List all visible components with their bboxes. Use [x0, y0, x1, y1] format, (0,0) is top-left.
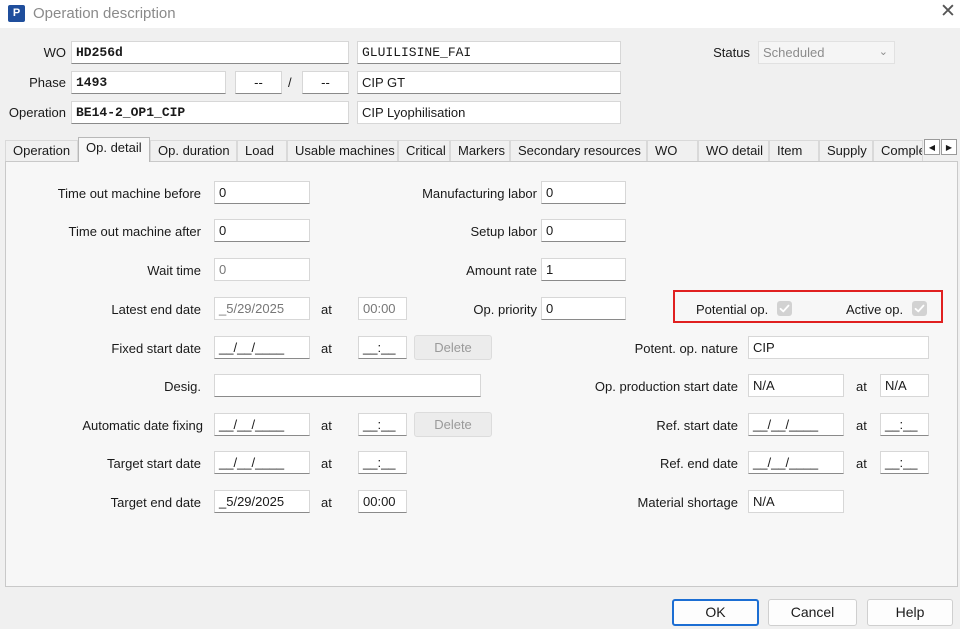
- tab-item[interactable]: Item: [769, 140, 819, 161]
- op-production-start-field: N/A: [748, 374, 844, 397]
- tab-usable-machines[interactable]: Usable machines: [287, 140, 398, 161]
- wo-label: WO: [43, 45, 66, 60]
- setup-labor-label: Setup labor: [470, 224, 538, 239]
- latest-end-date-field: _5/29/2025: [214, 297, 310, 320]
- checkbox-checked-icon: [914, 304, 925, 313]
- status-value: Scheduled: [763, 45, 825, 60]
- desig-label: Desig.: [164, 379, 201, 394]
- target-end-date-input[interactable]: _5/29/2025: [214, 490, 310, 513]
- tab-secondary-resources[interactable]: Secondary resources: [510, 140, 647, 161]
- tab-critical[interactable]: Critical: [398, 140, 450, 161]
- at-label: at: [321, 302, 332, 317]
- app-icon: P: [8, 5, 25, 22]
- phase-input[interactable]: 1493: [71, 71, 226, 94]
- tab-load[interactable]: Load: [237, 140, 287, 161]
- manufacturing-labor-label: Manufacturing labor: [422, 186, 537, 201]
- status-select[interactable]: Scheduled ⌄: [758, 41, 895, 64]
- operation-input[interactable]: BE14-2_OP1_CIP: [71, 101, 349, 124]
- tab-comple[interactable]: Comple: [873, 140, 923, 161]
- ref-end-time-input[interactable]: __:__: [880, 451, 929, 474]
- checkbox-checked-icon: [779, 304, 790, 313]
- ok-button[interactable]: OK: [672, 599, 759, 626]
- fixed-start-time-input[interactable]: __:__: [358, 336, 407, 359]
- at-label: at: [321, 495, 332, 510]
- potent-op-nature-label: Potent. op. nature: [634, 341, 738, 356]
- ref-end-date-input[interactable]: __/__/____: [748, 451, 844, 474]
- material-shortage-label: Material shortage: [637, 495, 738, 510]
- cancel-button[interactable]: Cancel: [768, 599, 857, 626]
- phase-separator: /: [288, 75, 292, 90]
- active-op-label: Active op.: [846, 302, 904, 317]
- status-label: Status: [713, 45, 750, 60]
- phase-from-input[interactable]: --: [235, 71, 282, 94]
- fixed-start-date-input[interactable]: __/__/____: [214, 336, 310, 359]
- potential-op-checkbox[interactable]: [777, 301, 792, 316]
- at-label: at: [856, 456, 867, 471]
- tab-operation[interactable]: Operation: [5, 140, 78, 161]
- phase-to-input[interactable]: --: [302, 71, 349, 94]
- tab-markers[interactable]: Markers: [450, 140, 510, 161]
- at-label: at: [321, 341, 332, 356]
- amount-rate-label: Amount rate: [466, 263, 537, 278]
- phase-description-field[interactable]: CIP GT: [357, 71, 621, 94]
- op-production-start-label: Op. production start date: [594, 379, 738, 394]
- operation-description-field: CIP Lyophilisation: [357, 101, 621, 124]
- help-button[interactable]: Help: [867, 599, 953, 626]
- target-start-date-input[interactable]: __/__/____: [214, 451, 310, 474]
- target-end-time-input[interactable]: 00:00: [358, 490, 407, 513]
- target-start-time-input[interactable]: __:__: [358, 451, 407, 474]
- wo-description-field[interactable]: GLUILISINE_FAI: [357, 41, 621, 64]
- tab-supply[interactable]: Supply: [819, 140, 873, 161]
- tab-wo[interactable]: WO: [647, 140, 698, 161]
- tab-scroll-left-icon[interactable]: ◀: [924, 139, 940, 155]
- potential-op-label: Potential op.: [696, 302, 769, 317]
- operation-label: Operation: [8, 105, 66, 120]
- automatic-date-fixing-input[interactable]: __/__/____: [214, 413, 310, 436]
- fixed-start-date-label: Fixed start date: [111, 341, 201, 356]
- active-op-checkbox[interactable]: [912, 301, 927, 316]
- at-label: at: [321, 456, 332, 471]
- phase-label: Phase: [29, 75, 66, 90]
- time-out-before-label: Time out machine before: [57, 186, 201, 201]
- automatic-date-fixing-time-input[interactable]: __:__: [358, 413, 407, 436]
- wait-time-field: 0: [214, 258, 310, 281]
- ref-end-date-label: Ref. end date: [659, 456, 738, 471]
- material-shortage-field: N/A: [748, 490, 844, 513]
- latest-end-date-label: Latest end date: [111, 302, 201, 317]
- setup-labor-input[interactable]: 0: [541, 219, 626, 242]
- tab-op-detail[interactable]: Op. detail: [78, 137, 150, 162]
- target-start-date-label: Target start date: [107, 456, 201, 471]
- tab-op-duration[interactable]: Op. duration: [150, 140, 237, 161]
- time-out-after-input[interactable]: 0: [214, 219, 310, 242]
- time-out-before-input[interactable]: 0: [214, 181, 310, 204]
- automatic-date-delete-button[interactable]: Delete: [414, 412, 492, 437]
- window-title: Operation description: [33, 5, 176, 22]
- ref-start-date-label: Ref. start date: [656, 418, 738, 433]
- at-label: at: [321, 418, 332, 433]
- automatic-date-fixing-label: Automatic date fixing: [82, 418, 203, 433]
- ref-start-time-input[interactable]: __:__: [880, 413, 929, 436]
- wait-time-label: Wait time: [147, 263, 201, 278]
- tab-scroll-right-icon[interactable]: ▶: [941, 139, 957, 155]
- at-label: at: [856, 379, 867, 394]
- tab-wo-detail[interactable]: WO detail: [698, 140, 769, 161]
- op-priority-label: Op. priority: [473, 302, 537, 317]
- wo-input[interactable]: HD256d: [71, 41, 349, 64]
- manufacturing-labor-input[interactable]: 0: [541, 181, 626, 204]
- target-end-date-label: Target end date: [110, 495, 201, 510]
- op-production-start-time-field: N/A: [880, 374, 929, 397]
- ref-start-date-input[interactable]: __/__/____: [748, 413, 844, 436]
- close-icon[interactable]: ✕: [940, 2, 956, 22]
- amount-rate-input[interactable]: 1: [541, 258, 626, 281]
- potent-op-nature-field: CIP: [748, 336, 929, 359]
- time-out-after-label: Time out machine after: [68, 224, 201, 239]
- fixed-start-delete-button[interactable]: Delete: [414, 335, 492, 360]
- chevron-down-icon: ⌄: [878, 46, 888, 58]
- op-priority-input[interactable]: 0: [541, 297, 626, 320]
- desig-input[interactable]: [214, 374, 481, 397]
- at-label: at: [856, 418, 867, 433]
